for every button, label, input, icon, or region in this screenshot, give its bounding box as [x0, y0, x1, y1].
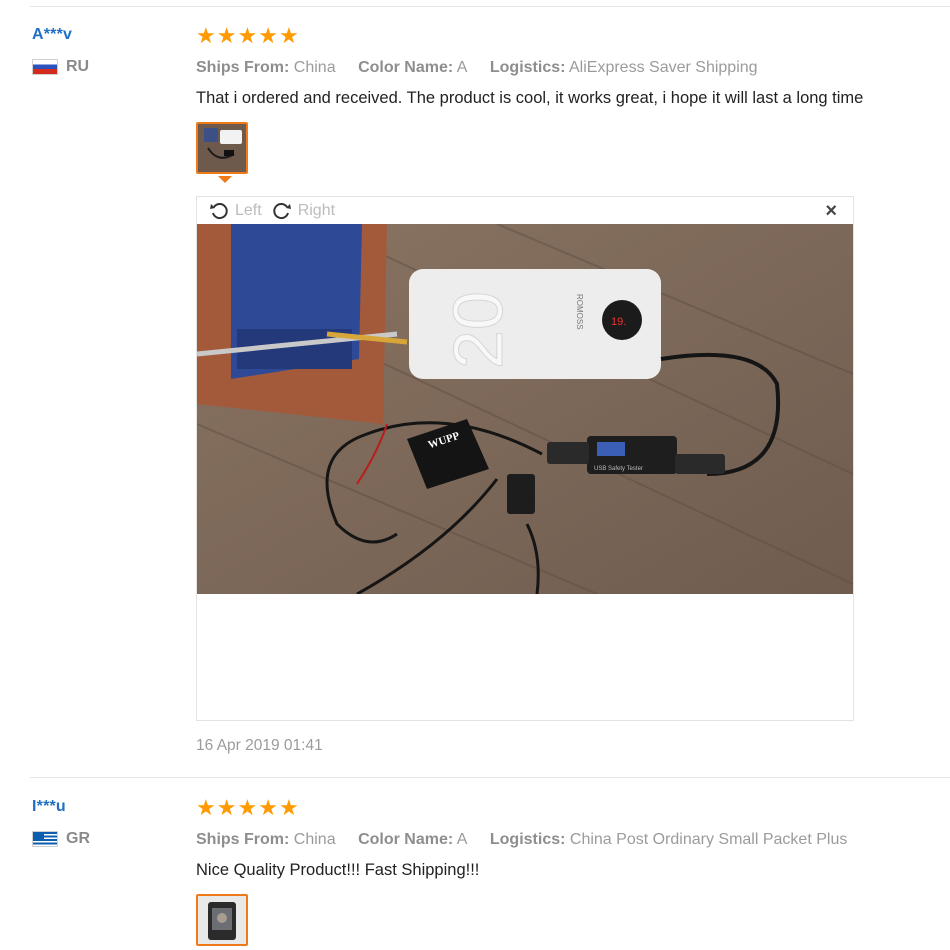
color-name-label: Color Name: [358, 59, 454, 76]
review-meta: Ships From: China Color Name: A Logistic… [196, 831, 930, 849]
image-viewer: Left Right × 19. ROMOSS 20 USB Safety Te… [196, 196, 854, 721]
logistics-label: Logistics: [489, 831, 566, 848]
thumbnail-pointer [218, 176, 232, 183]
ships-from-value: China [293, 831, 336, 848]
rotate-right-button[interactable]: Right [272, 201, 335, 221]
review-meta: Ships From: China Color Name: A Logistic… [196, 59, 930, 77]
reviewer-info: A***v RU [32, 26, 89, 76]
reviewer-country: RU [32, 58, 89, 76]
star-icon: ★ [258, 23, 278, 48]
rotate-left-icon [210, 202, 228, 219]
star-icon: ★ [196, 23, 216, 48]
photo-capacity-text: 20 [439, 291, 517, 369]
logistics-label: Logistics: [489, 59, 566, 76]
star-rating: ★ ★ ★ ★ ★ [196, 797, 930, 819]
photo-tester-text: USB Safety Tester [594, 466, 643, 472]
rotate-left-button[interactable]: Left [209, 201, 262, 221]
reviewer-info: I***u GR [32, 798, 90, 848]
review-photo-thumbnail[interactable] [196, 894, 248, 946]
flag-russia-icon [32, 59, 58, 75]
reviewer-name: A***v [32, 26, 73, 43]
star-icon: ★ [278, 23, 299, 48]
rotate-right-label: Right [297, 201, 336, 219]
review-date: 16 Apr 2019 01:41 [196, 737, 323, 754]
ships-from-value: China [293, 59, 336, 76]
color-name-label: Color Name: [358, 831, 454, 848]
star-icon: ★ [216, 795, 237, 820]
review-content: ★ ★ ★ ★ ★ Ships From: China Color Name: A Lo… [196, 797, 930, 946]
rotate-right-icon [273, 202, 291, 219]
ships-from-label: Ships From: [196, 59, 290, 76]
ships-from-label: Ships From: [196, 831, 290, 848]
review-text: Nice Quality Product!!! Fast Shipping!!! [196, 861, 480, 879]
country-code: GR [66, 830, 90, 847]
star-icon: ★ [258, 795, 278, 820]
close-icon[interactable]: × [825, 200, 837, 223]
flag-greece-icon [32, 831, 58, 847]
star-rating: ★ ★ ★ ★ ★ [196, 25, 930, 47]
star-icon: ★ [237, 795, 258, 820]
star-icon: ★ [216, 23, 237, 48]
review-photo: 19. ROMOSS 20 USB Safety Tester WUPP [197, 224, 853, 594]
review-divider [30, 777, 950, 778]
reviewer-country: GR [32, 830, 90, 848]
country-code: RU [66, 58, 90, 75]
viewer-toolbar: Left Right × [197, 197, 853, 224]
logistics-value: China Post Ordinary Small Packet Plus [569, 831, 848, 848]
rotate-left-label: Left [235, 201, 262, 219]
star-icon: ★ [237, 23, 258, 48]
color-name-value: A [456, 831, 468, 848]
review-content: ★ ★ ★ ★ ★ Ships From: China Color Name: A Lo… [196, 25, 930, 183]
logistics-value: AliExpress Saver Shipping [569, 59, 758, 76]
review-text: That i ordered and received. The product… [196, 89, 864, 107]
photo-brand-text: ROMOSS [575, 294, 584, 330]
review-photo-thumbnail[interactable] [196, 122, 248, 183]
top-divider [30, 6, 950, 7]
color-name-value: A [456, 59, 468, 76]
star-icon: ★ [278, 795, 299, 820]
reviewer-name: I***u [32, 798, 66, 815]
star-icon: ★ [196, 795, 216, 820]
photo-display-text: 19. [611, 316, 626, 328]
